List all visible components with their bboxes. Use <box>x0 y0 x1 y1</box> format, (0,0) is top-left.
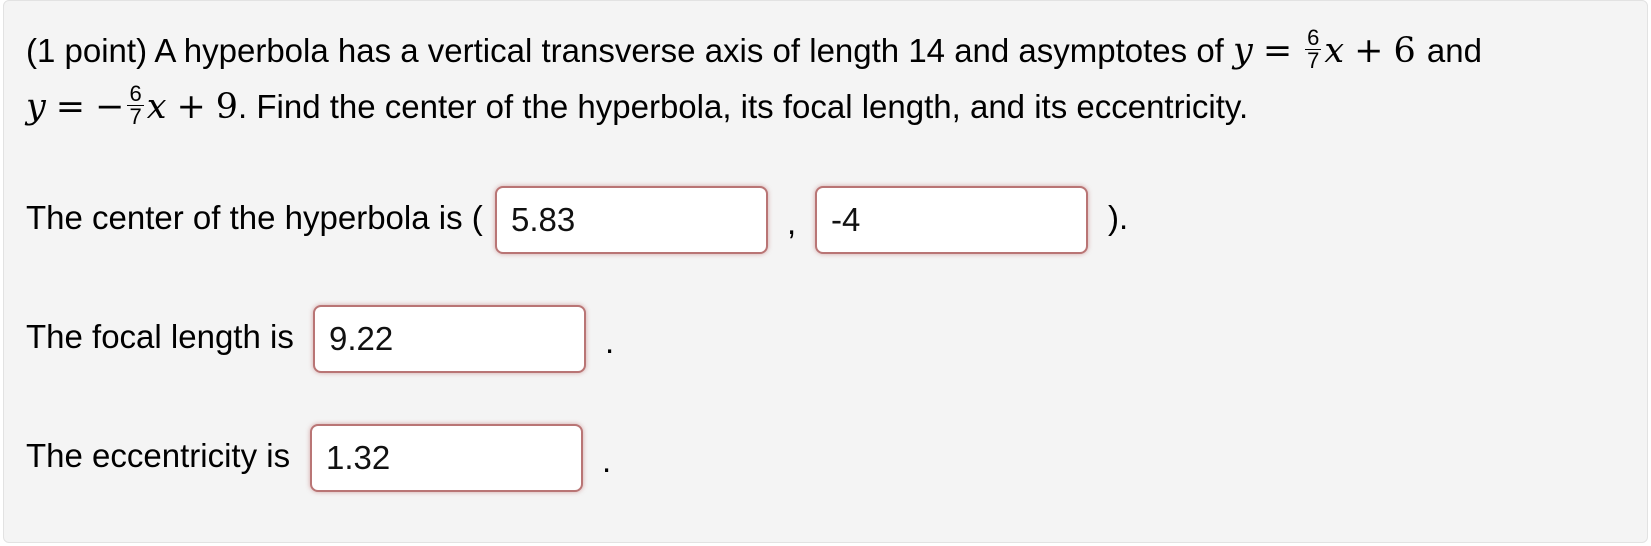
center-close-paren: ). <box>1108 199 1129 236</box>
center-comma: , <box>787 204 797 241</box>
eccentricity-period: . <box>602 442 612 479</box>
asymptote-equation-2: y = −6 7 x +9 <box>26 81 239 129</box>
problem-line-2: y = −6 7 x +9. Find the center of the hyperbo… <box>26 81 1249 131</box>
focal-length-input[interactable]: 9.22 <box>313 305 586 373</box>
eccentricity-label: The eccentricity is <box>26 437 291 474</box>
focal-length-label: The focal length is <box>26 318 294 355</box>
problem-line-1: (1 point) A hyperbola has a vertical tra… <box>26 25 1482 75</box>
and-text: and <box>1426 32 1482 69</box>
center-x-input[interactable]: 5.83 <box>495 186 768 254</box>
problem-text-2: . Find the center of the hyperbola, its … <box>238 88 1249 125</box>
eccentricity-input[interactable]: 1.32 <box>310 424 583 492</box>
center-label: The center of the hyperbola is ( <box>26 199 483 236</box>
asymptote-equation-1: y = 6 7 x +6 <box>1233 25 1416 73</box>
fraction: 67 <box>1305 25 1322 73</box>
fraction: 67 <box>127 81 144 129</box>
focal-length-period: . <box>605 323 615 360</box>
center-y-input[interactable]: -4 <box>815 186 1088 254</box>
problem-text: (1 point) A hyperbola has a vertical tra… <box>26 32 1224 69</box>
